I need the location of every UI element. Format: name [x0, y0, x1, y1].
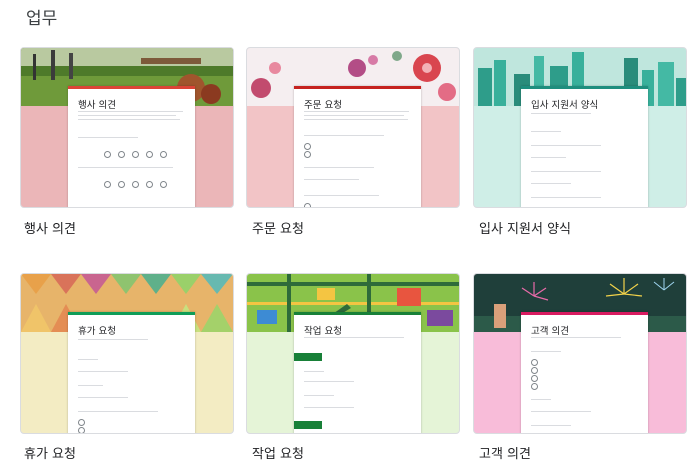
template-card-order-request[interactable]: 주문 요청	[246, 47, 460, 208]
form-preview-title: 주문 요청	[304, 100, 342, 111]
template-card-customer-feedback[interactable]: 고객 의견	[473, 273, 687, 434]
form-preview-title: 행사 의견	[78, 100, 116, 111]
form-preview: 주문 요청	[294, 86, 421, 207]
template-label-time-off-request[interactable]: 휴가 요청	[24, 443, 76, 462]
template-card-job-application[interactable]: 입사 지원서 양식	[473, 47, 687, 208]
form-preview: 행사 의견	[68, 86, 195, 207]
form-preview: 고객 의견	[521, 312, 648, 433]
form-preview: 작업 요청	[294, 312, 421, 433]
form-preview-title: 고객 의견	[531, 326, 569, 337]
form-preview-title: 입사 지원서 양식	[531, 100, 599, 111]
form-preview-title: 작업 요청	[304, 326, 342, 337]
template-card-event-feedback[interactable]: 행사 의견	[20, 47, 234, 208]
template-label-customer-feedback[interactable]: 고객 의견	[479, 443, 531, 462]
template-label-order-request[interactable]: 주문 요청	[252, 218, 304, 237]
template-label-work-request[interactable]: 작업 요청	[252, 443, 304, 462]
template-card-work-request[interactable]: 작업 요청	[246, 273, 460, 434]
form-preview: 휴가 요청	[68, 312, 195, 433]
template-card-time-off-request[interactable]: 휴가 요청	[20, 273, 234, 434]
template-label-event-feedback[interactable]: 행사 의견	[24, 218, 76, 237]
template-label-job-application[interactable]: 입사 지원서 양식	[479, 218, 571, 237]
form-preview-title: 휴가 요청	[78, 326, 116, 337]
section-title: 업무	[26, 9, 58, 29]
form-preview: 입사 지원서 양식	[521, 86, 648, 207]
